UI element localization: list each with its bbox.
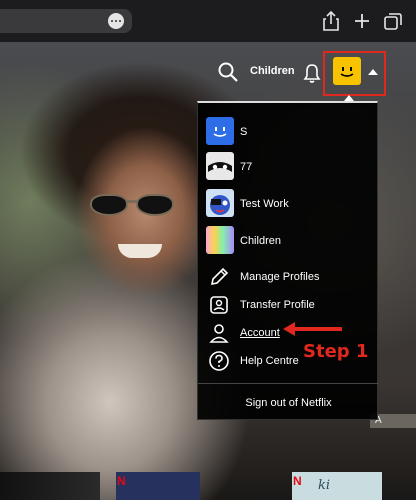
netflix-badge: N (117, 474, 126, 488)
menu-item-label: Account (240, 327, 280, 339)
tabs-icon[interactable] (382, 10, 404, 32)
profile-item-s[interactable]: S (198, 117, 379, 147)
avatar[interactable] (333, 57, 361, 85)
profile-avatar (206, 152, 234, 180)
more-icon[interactable] (108, 13, 124, 29)
step-label: Step 1 (303, 341, 369, 362)
profile-item-77[interactable]: 77 (198, 152, 379, 182)
children-link[interactable]: Children (250, 65, 295, 77)
smiley-icon (340, 67, 354, 77)
profile-menu: S 77 Test Work Children Manage Profiles … (197, 101, 379, 420)
profile-name: Children (240, 235, 281, 247)
bell-icon[interactable] (302, 62, 322, 84)
menu-item-label: Help Centre (240, 355, 299, 367)
netflix-badge: N (293, 474, 302, 488)
share-icon[interactable] (320, 10, 342, 32)
profile-avatar (206, 226, 234, 254)
hero-image-detail (118, 244, 162, 258)
hero-image-detail (136, 194, 174, 216)
profile-name: Test Work (240, 198, 289, 210)
menu-divider (198, 383, 379, 384)
person-icon (209, 324, 229, 343)
profile-avatar (206, 189, 234, 217)
title-thumbnail[interactable] (0, 472, 100, 500)
annotation-arrow-head (283, 322, 295, 336)
menu-item-manage-profiles[interactable]: Manage Profiles (198, 263, 379, 293)
annotation-arrow (290, 327, 342, 331)
sign-out-button[interactable]: Sign out of Netflix (198, 397, 379, 409)
hero-image-detail (90, 194, 128, 216)
pencil-icon (210, 267, 229, 286)
caret-down-icon[interactable] (368, 69, 378, 75)
menu-item-label: Transfer Profile (240, 299, 315, 311)
title-thumbnail[interactable] (116, 472, 200, 500)
profile-name: 77 (240, 161, 253, 173)
profile-item-test-work[interactable]: Test Work (198, 189, 379, 219)
profile-avatar (206, 117, 234, 145)
menu-item-transfer-profile[interactable]: Transfer Profile (198, 291, 379, 321)
title-thumbnail[interactable] (292, 472, 382, 500)
help-icon (209, 351, 229, 371)
browser-toolbar (0, 0, 416, 42)
profile-item-children[interactable]: Children (198, 226, 379, 256)
transfer-profile-icon (210, 296, 228, 314)
plus-icon[interactable] (351, 10, 373, 32)
menu-item-label: Manage Profiles (240, 271, 320, 283)
thumbnail-title: ki (318, 478, 331, 493)
search-icon[interactable] (217, 61, 239, 83)
profile-name: S (240, 126, 248, 138)
hero-image-detail (126, 200, 138, 203)
